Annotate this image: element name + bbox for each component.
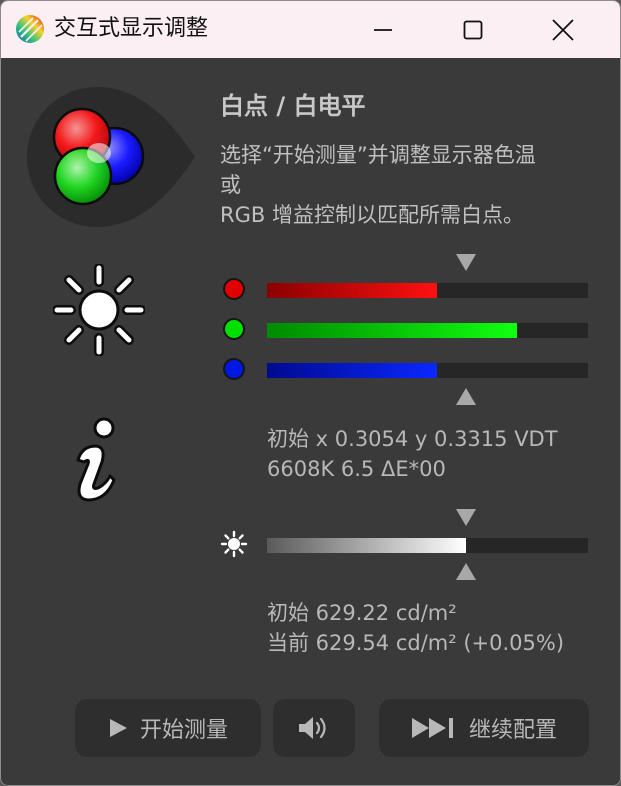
play-icon (109, 719, 127, 737)
rgb-circles-icon (27, 87, 195, 227)
green-gain-fill (267, 323, 517, 338)
brightness-small-icon (220, 530, 248, 558)
white-point-line: 初始 x 0.3054 y 0.3315 VDT (267, 427, 558, 451)
luminance-current: 当前 629.54 cd/m² (+0.05%) (267, 631, 565, 655)
app-window: 交互式显示调整 白点 / 白电平 选择“开始测量”并调整显示器色温 或 RGB … (0, 0, 621, 786)
close-button[interactable] (533, 1, 593, 58)
rgb-target-marker-top (456, 254, 476, 271)
start-measurement-label: 开始测量 (139, 718, 228, 743)
red-gain-fill (267, 283, 437, 298)
speaker-icon (299, 717, 326, 739)
white-point-readout: 初始 x 0.3054 y 0.3315 VDT 6608K 6.5 ΔE*00 (267, 424, 558, 484)
blue-gain-bar (267, 363, 588, 378)
start-measurement-button[interactable]: 开始测量 (75, 699, 261, 757)
rgb-target-marker-bottom (456, 388, 476, 405)
app-icon (15, 14, 45, 44)
blue-channel-dot (223, 358, 245, 380)
section-description: 选择“开始测量”并调整显示器色温 或 RGB 增益控制以匹配所需白点。 (220, 140, 600, 230)
red-gain-bar (267, 283, 588, 298)
luminance-target-marker-bottom (456, 563, 476, 580)
green-gain-bar (267, 323, 588, 338)
sound-toggle-button[interactable] (273, 699, 355, 757)
close-icon (552, 18, 574, 41)
window-title: 交互式显示调整 (54, 16, 209, 41)
green-channel-dot (223, 318, 245, 340)
red-channel-dot (223, 278, 245, 300)
description-line: 或 (220, 173, 241, 197)
continue-configuration-label: 继续配置 (468, 718, 557, 743)
description-line: RGB 增益控制以匹配所需白点。 (220, 203, 524, 227)
minimize-button[interactable] (353, 1, 413, 58)
skip-forward-icon (411, 718, 453, 738)
main-panel: 白点 / 白电平 选择“开始测量”并调整显示器色温 或 RGB 增益控制以匹配所… (1, 58, 620, 785)
section-heading: 白点 / 白电平 (220, 92, 366, 120)
continue-configuration-button[interactable]: 继续配置 (379, 699, 589, 757)
luminance-initial: 初始 629.22 cd/m² (267, 601, 457, 625)
luminance-bar (267, 538, 588, 553)
white-point-line: 6608K 6.5 ΔE*00 (267, 457, 446, 481)
title-bar: 交互式显示调整 (1, 1, 620, 58)
brightness-icon (53, 264, 145, 356)
blue-gain-fill (267, 363, 437, 378)
luminance-fill (267, 538, 466, 553)
info-icon (76, 417, 116, 502)
maximize-icon (463, 20, 483, 39)
maximize-button[interactable] (443, 1, 503, 58)
minimize-icon (374, 28, 392, 31)
description-line: 选择“开始测量”并调整显示器色温 (220, 143, 536, 167)
luminance-readout: 初始 629.22 cd/m² 当前 629.54 cd/m² (+0.05%) (267, 598, 564, 658)
luminance-target-marker-top (456, 509, 476, 526)
